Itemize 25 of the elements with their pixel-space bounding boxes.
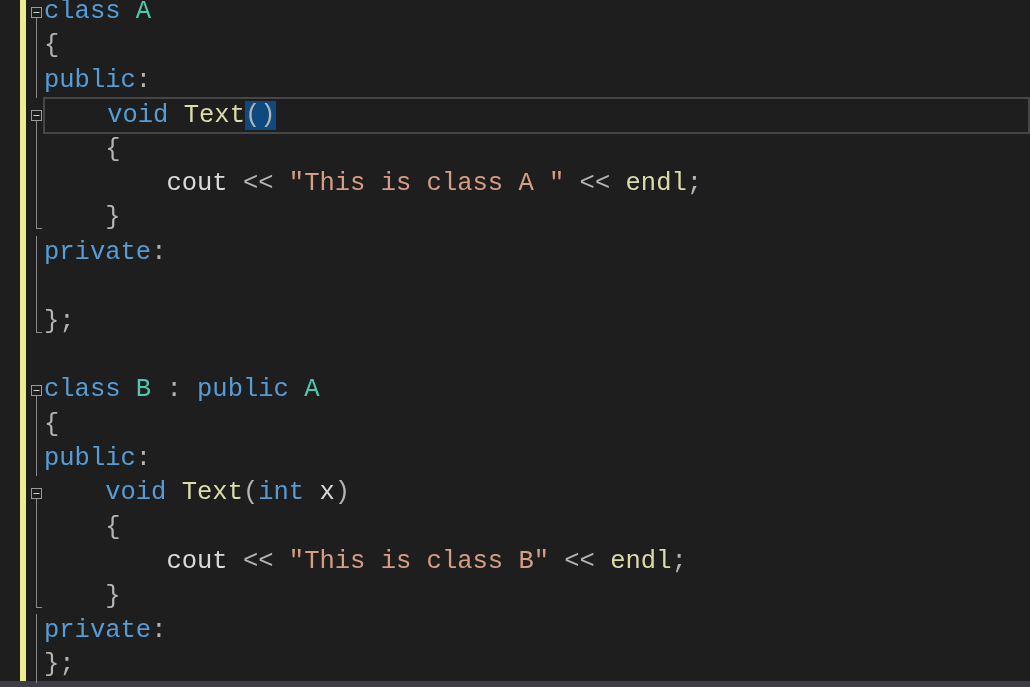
code-line: }; [43,305,76,338]
collapse-icon[interactable] [31,110,42,122]
code-line: class A [43,0,153,28]
outline-end-line [36,579,42,608]
code-line: } [104,580,122,613]
code-line: public: [43,64,153,97]
code-line: class B : public A [43,374,321,407]
code-line: private: [43,615,168,648]
code-line: } [104,202,122,235]
outline-end-line [36,201,42,230]
code-line: { [43,408,61,441]
collapse-icon[interactable] [31,488,42,500]
code-line: { [43,30,61,63]
code-line: private: [43,236,168,269]
code-line: }; [43,649,76,682]
collapse-icon[interactable] [31,7,42,18]
horizontal-scrollbar[interactable] [0,681,1030,687]
code-line: { [104,511,122,544]
code-line: public: [43,443,153,476]
outline-end-line [36,304,42,333]
code-line: cout << "This is class A " << endl; [165,167,704,200]
code-line: cout << "This is class B" << endl; [165,546,688,579]
code-line: void Text(int x) [104,477,352,510]
collapse-icon[interactable] [31,385,42,397]
code-line: { [104,133,122,166]
